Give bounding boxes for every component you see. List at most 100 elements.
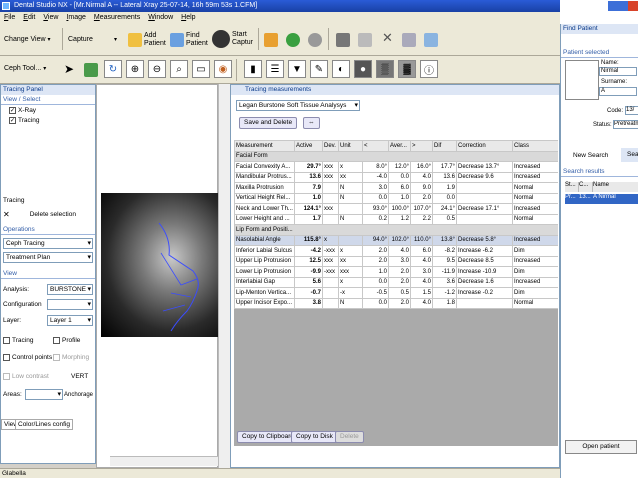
ceph-tool-dropdown[interactable]: Ceph Tool... ▾ [4,65,46,72]
column-header[interactable]: Active [294,140,323,152]
pen-icon[interactable] [84,63,98,77]
table-row[interactable]: Lower Lip Protrusion -9.9 -xxx xxx 1.0 2.0 3.0… [234,266,558,278]
areas-select[interactable] [25,389,63,400]
contrast-icon[interactable]: ◐ [332,60,350,78]
capture-dropdown[interactable]: ▾ [114,36,117,43]
check-control-points[interactable]: Control points [3,354,52,361]
column-header[interactable]: Measurement [234,140,295,152]
xray-viewer[interactable] [96,84,219,468]
copy-to-disk-button[interactable]: Copy to Disk [291,431,338,443]
table-row[interactable]: Maxilla Protrusion 7.9 N 3.0 6.0 9.0 1.9 Normal [234,182,558,194]
zoom-in-icon[interactable]: ⊕ [126,60,144,78]
table-row[interactable]: Nasolabial Angle 115.8° x 94.0° 102.0° 110.0°… [234,234,558,246]
copy-to-clipboard-button[interactable]: Copy to Clipboard [237,431,300,443]
column-header[interactable]: Class [512,140,558,152]
magnifier-icon[interactable]: ⌕ [170,60,188,78]
layer-xray[interactable]: ✓ X-Ray [9,107,36,114]
check-morphing[interactable]: Morphing [53,354,89,361]
delete-selection-button[interactable]: ✕ Delete selection [3,210,76,219]
menu-file[interactable]: File [4,12,15,24]
layer-select[interactable]: Layer 1 [47,315,93,326]
code-field[interactable]: 13/ [625,106,638,115]
table-row[interactable]: Lip-Menton Vertica... -0.7 -x -0.5 0.5 1.5 -1.… [234,287,558,299]
new-search-button[interactable]: New Search [573,152,608,159]
document-icon[interactable] [424,33,438,47]
column-header[interactable]: Unit [338,140,363,152]
table-row[interactable]: Facial Convexity A... 29.7° xxx x 8.0° 12.0° 1… [234,161,558,173]
minimize-button[interactable] [608,1,618,11]
capture-button[interactable]: Capture [68,36,93,43]
column-header[interactable]: > [410,140,433,152]
menu-help[interactable]: Help [181,12,195,24]
check-tracing[interactable]: Tracing [3,337,33,344]
search-button[interactable]: Sea [621,148,638,162]
save-and-delete-button[interactable]: Save and Delete [239,117,298,129]
ceph-tracing-select[interactable]: Ceph Tracing [3,238,93,249]
info-icon[interactable]: ⓘ [420,60,438,78]
tab-color-lines-config[interactable]: Color/Lines config [15,419,74,430]
column-header[interactable]: < [362,140,389,152]
analysis-type-select[interactable]: Legan Burstone Soft Tissue Analysys [236,100,360,111]
copy-icon[interactable] [358,33,372,47]
open-patient-button[interactable]: Open patient [565,440,637,454]
column-header[interactable]: Dev. [322,140,339,152]
layer-tracing[interactable]: ✓ Tracing [9,117,39,124]
table-row[interactable]: Vertical Height Rel... 1.0 N 0.0 1.0 2.0 0.0 No… [234,192,558,204]
menu-view[interactable]: View [43,12,58,24]
brightness-icon[interactable]: ● [354,60,372,78]
print-icon[interactable] [402,33,416,47]
lateral-xray-image[interactable] [101,193,219,337]
save-icon[interactable] [336,33,350,47]
funnel-icon[interactable]: ▼ [288,60,306,78]
configuration-select[interactable] [47,299,93,310]
check-low-contrast[interactable]: Low contrast [3,373,49,380]
color-bars-icon[interactable]: ▮ [244,60,262,78]
change-view-button[interactable]: Change View ▾ [4,36,51,43]
table-row[interactable]: Neck and Lower Th... 124.1° xxx 93.0° 100.0°… [234,203,558,215]
check-profile[interactable]: Profile [53,337,80,344]
name-field[interactable]: Nirmal [599,67,637,76]
table-row[interactable]: Inferior Labial Sulcus -4.2 -xxx x 2.0 4.0 6.0… [234,245,558,257]
column-header[interactable]: Aver... [388,140,411,152]
result-row[interactable]: Pr... 13... A Nirmal [565,194,638,204]
table-row[interactable]: Upper Incisor Expo... 3.8 N 0.0 2.0 4.0 1.8 Nor… [234,297,558,309]
find-patient-button[interactable]: Find Patient [170,32,208,48]
column-header[interactable]: Correction [456,140,513,152]
pointer-icon[interactable]: ➤ [64,62,74,76]
treatment-plan-select[interactable]: Treatment Plan [3,252,93,263]
delete-button[interactable]: Delete [335,431,364,443]
menu-image[interactable]: Image [66,12,85,24]
back-icon[interactable] [286,33,300,47]
add-patient-button[interactable]: Add Patient [128,32,166,48]
rotate-icon[interactable]: ↻ [104,60,122,78]
list-icon[interactable]: ☰ [266,60,284,78]
viewer-hscrollbar[interactable] [110,456,218,466]
fit-icon[interactable]: ▭ [192,60,210,78]
surname-field[interactable]: A [599,87,637,96]
sharpen-icon[interactable]: ▓ [398,60,416,78]
close-button[interactable] [628,1,638,11]
forward-icon[interactable] [308,33,322,47]
cut-icon[interactable]: ✕ [382,30,393,46]
start-capture-button[interactable]: Start Captur [212,30,253,48]
swap-button[interactable]: ⇔ [303,117,320,129]
viewer-scrollbar[interactable] [218,84,230,468]
table-row[interactable]: Interlabial Gap 5.6 x 0.0 2.0 4.0 3.6 Decrease … [234,276,558,288]
analysis-select[interactable]: BURSTONE [47,284,93,295]
zoom-out-icon[interactable]: ⊖ [148,60,166,78]
filter-icon[interactable]: ▒ [376,60,394,78]
menu-measurements[interactable]: Measurements [94,12,140,24]
table-row[interactable]: Upper Lip Protrusion 12.5 xxx xx 2.0 3.0 4.0 9.… [234,255,558,267]
group-row[interactable]: Lip Form and Positi... [234,224,558,236]
tools-icon[interactable]: ✎ [310,60,328,78]
menu-window[interactable]: Window [148,12,173,24]
table-row[interactable]: Mandibular Protrus... 13.6 xxx xx -4.0 0.0 4.0… [234,171,558,183]
status-field[interactable]: Pretreatme [613,120,638,129]
table-row[interactable]: Lower Height and ... 1.7 N 0.2 1.2 2.2 0.5 Norm… [234,213,558,225]
maximize-button[interactable] [618,1,628,11]
group-row[interactable]: Facial Form [234,150,558,162]
menu-edit[interactable]: Edit [23,12,35,24]
stamp-icon[interactable]: ◉ [214,60,232,78]
home-icon[interactable] [264,33,278,47]
column-header[interactable]: Dif [432,140,457,152]
